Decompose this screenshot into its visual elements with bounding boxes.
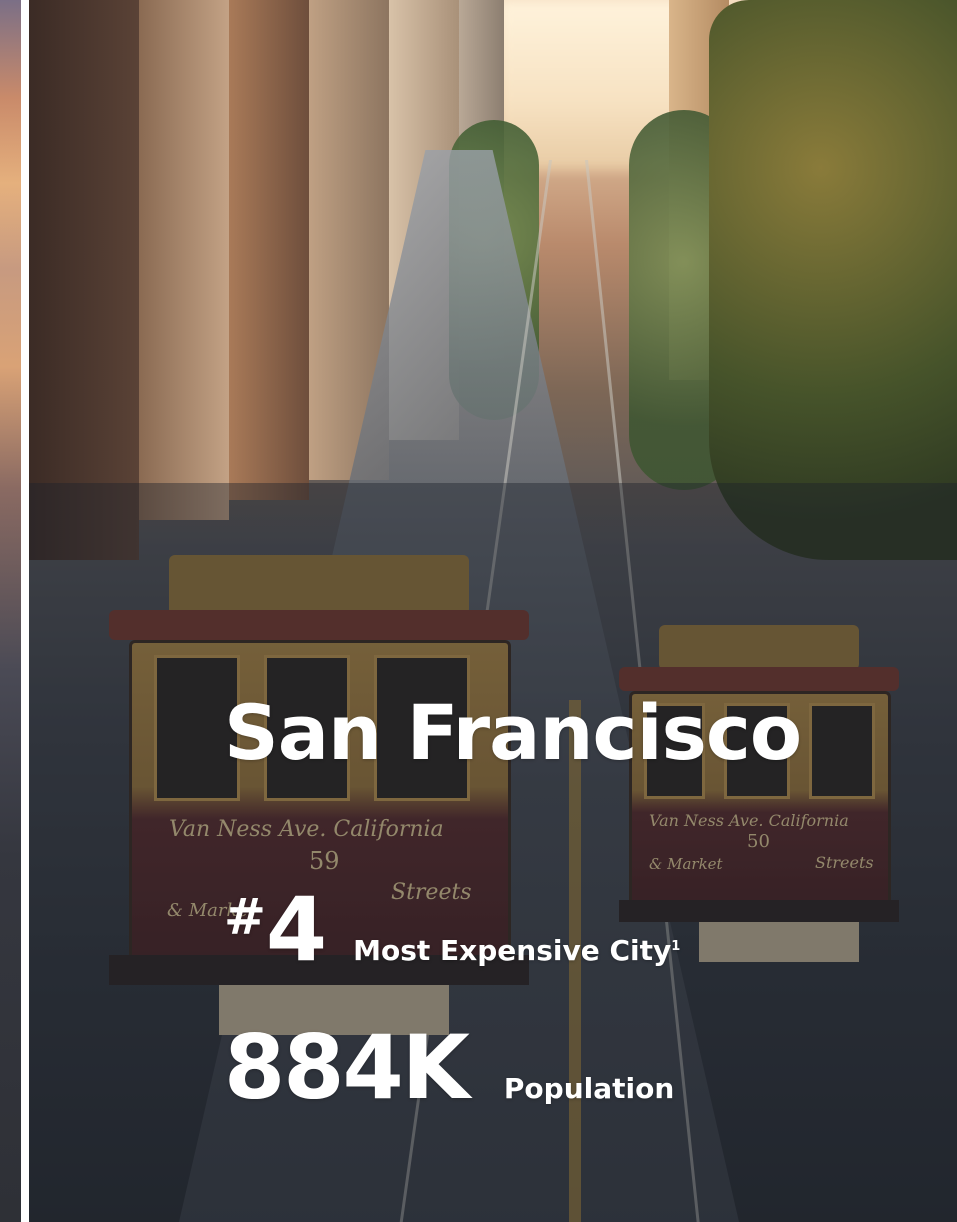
rank-label: Most Expensive City (353, 934, 672, 967)
photo-building (229, 0, 309, 500)
photo-building (29, 0, 139, 560)
rank-footnote: 1 (671, 938, 681, 954)
card-divider (21, 0, 29, 1222)
population-label: Population (503, 1072, 675, 1105)
population-value: 884K (224, 1016, 470, 1119)
rank-prefix: # (224, 888, 266, 946)
photo-tree (709, 0, 957, 560)
city-card-page: Van Ness Ave. California 59 & Market Str… (0, 0, 957, 1222)
photo-building (139, 0, 229, 520)
rank-value: 4 (265, 878, 328, 981)
previous-card-sliver (0, 0, 21, 1222)
city-title: San Francisco (224, 688, 802, 777)
expense-rank-stat: #4 Most Expensive City1 (224, 880, 680, 980)
population-stat: 884K Population (224, 1018, 674, 1118)
